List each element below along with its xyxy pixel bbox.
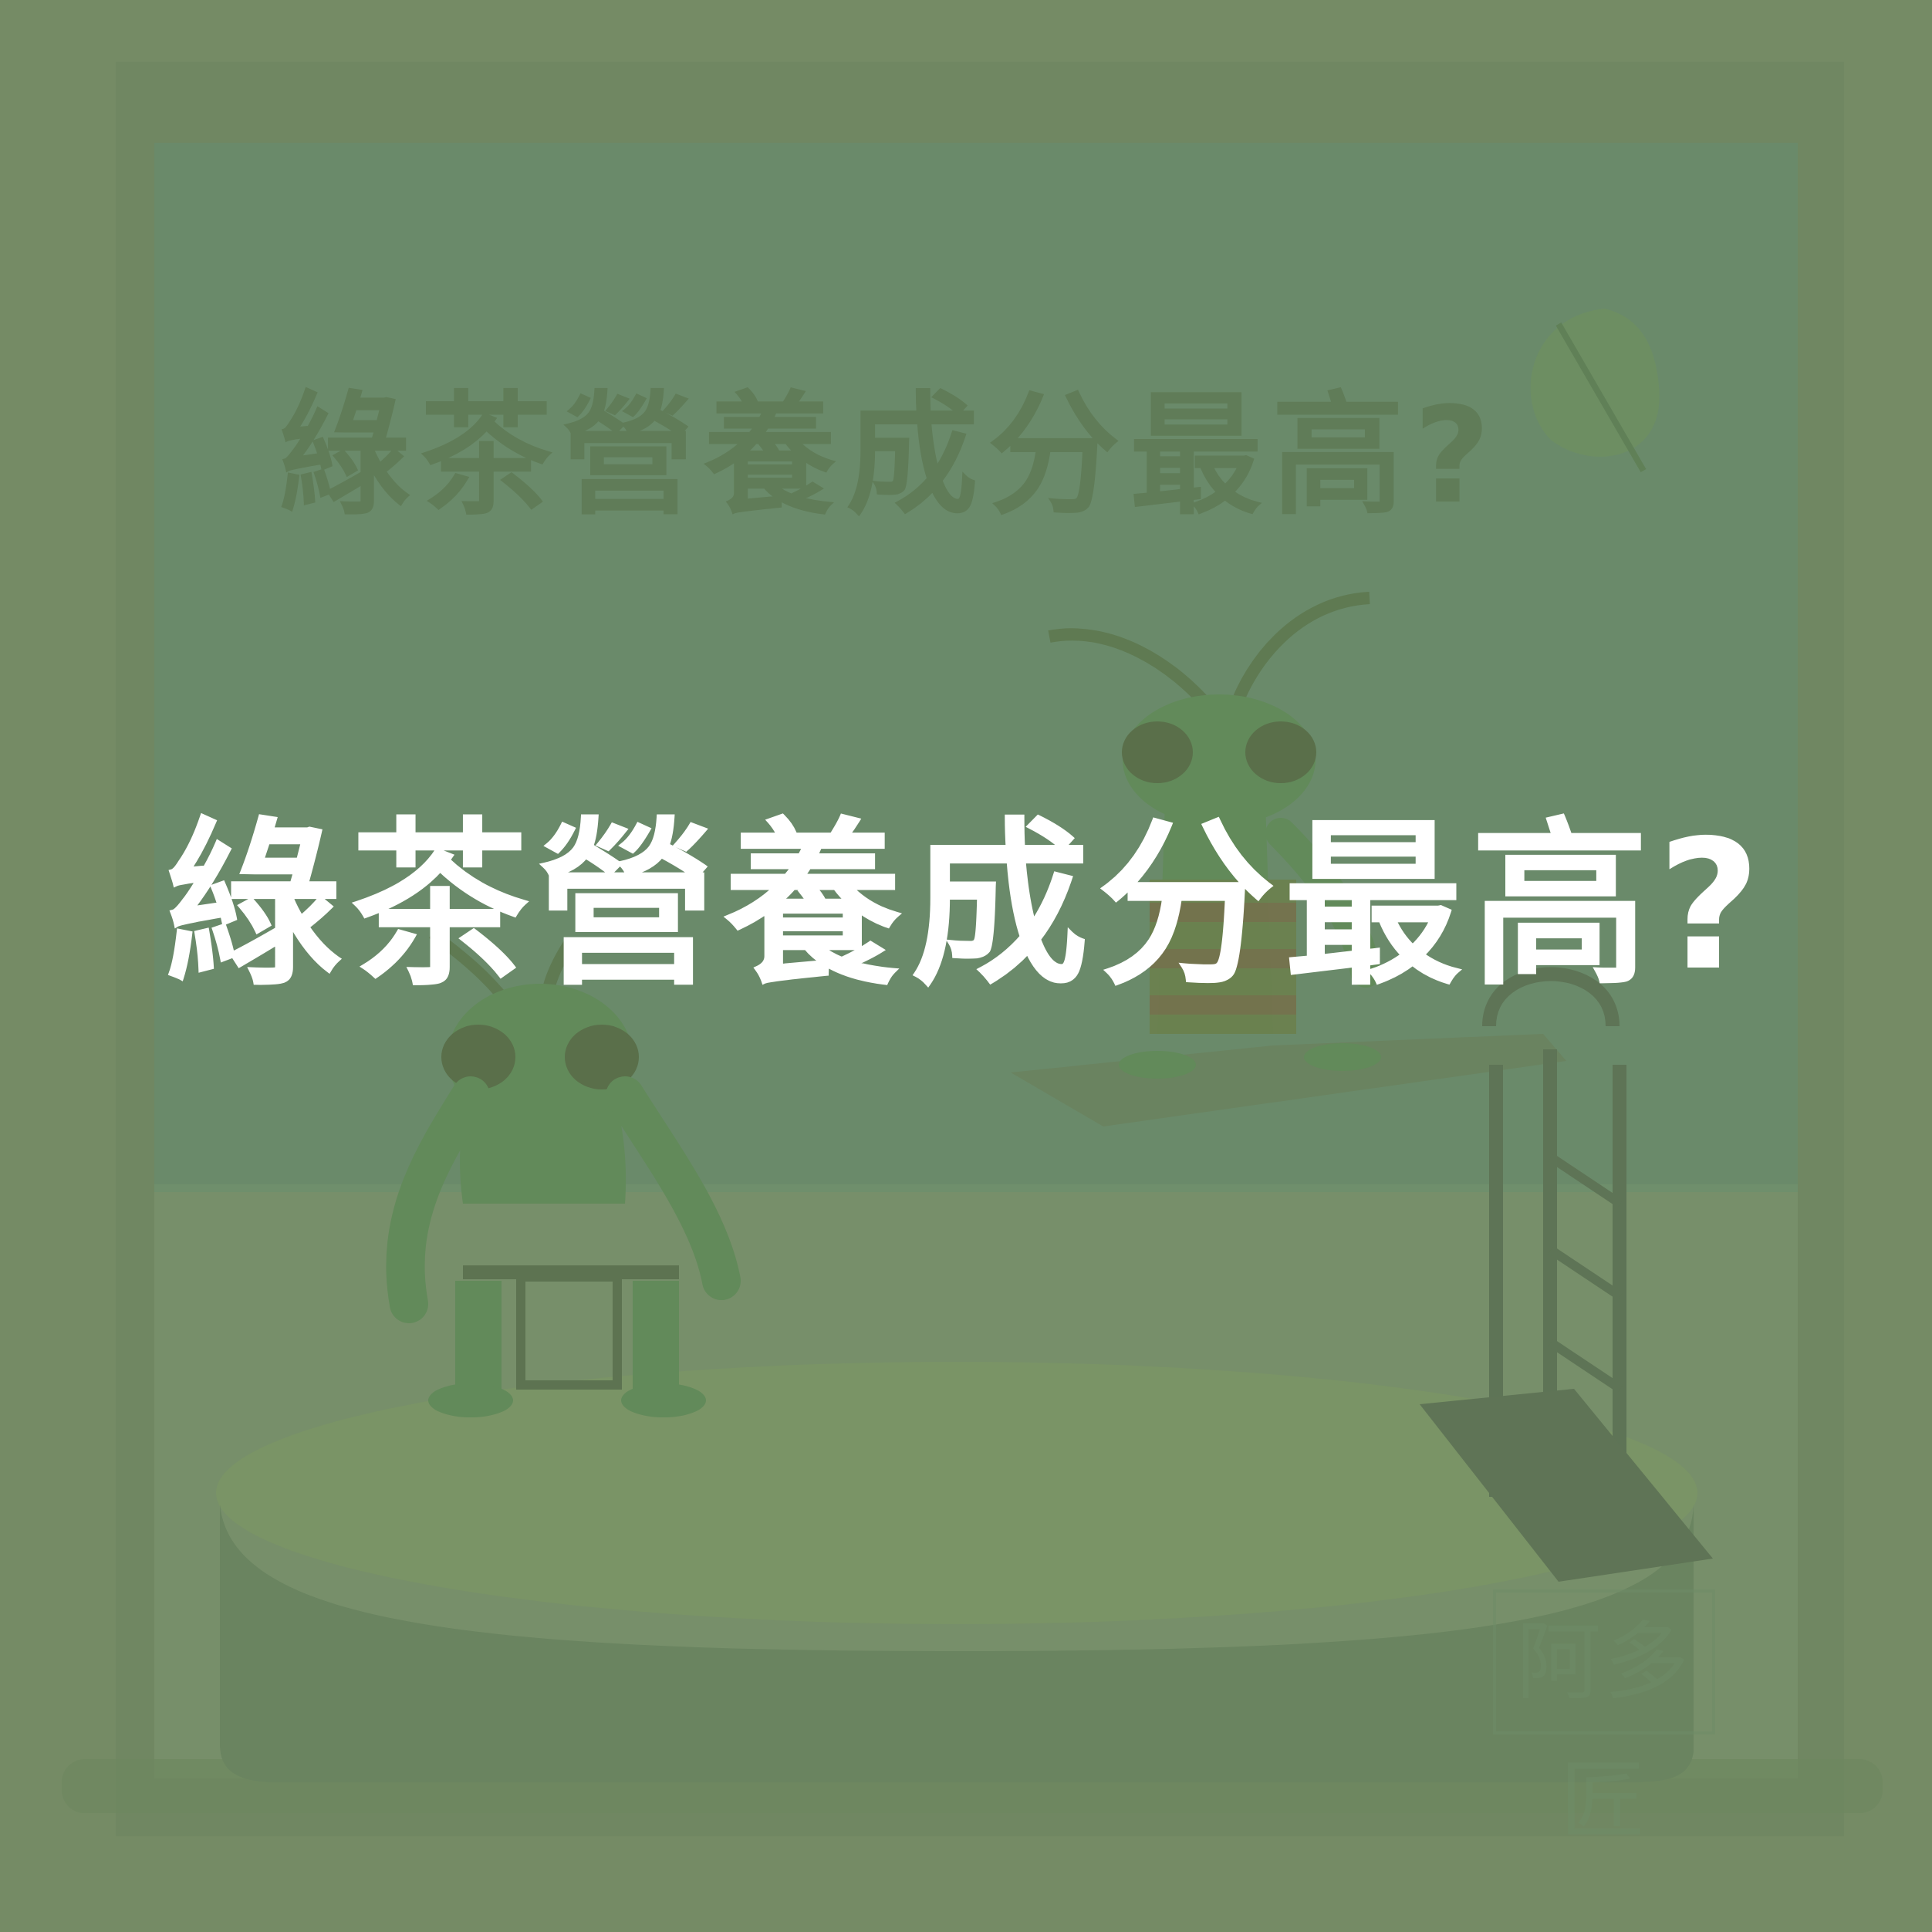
illustration-canvas: 綠茶營養成分最高? 綠茶營養成分最高? 阿多匠 xyxy=(0,0,1932,1932)
page-title: 綠茶營養成分最高? xyxy=(163,802,1769,1010)
window-glass xyxy=(154,143,1798,1192)
artist-stamp: 阿多匠 xyxy=(1493,1589,1715,1850)
background-heading: 綠茶營養成分最高? xyxy=(278,378,1500,533)
